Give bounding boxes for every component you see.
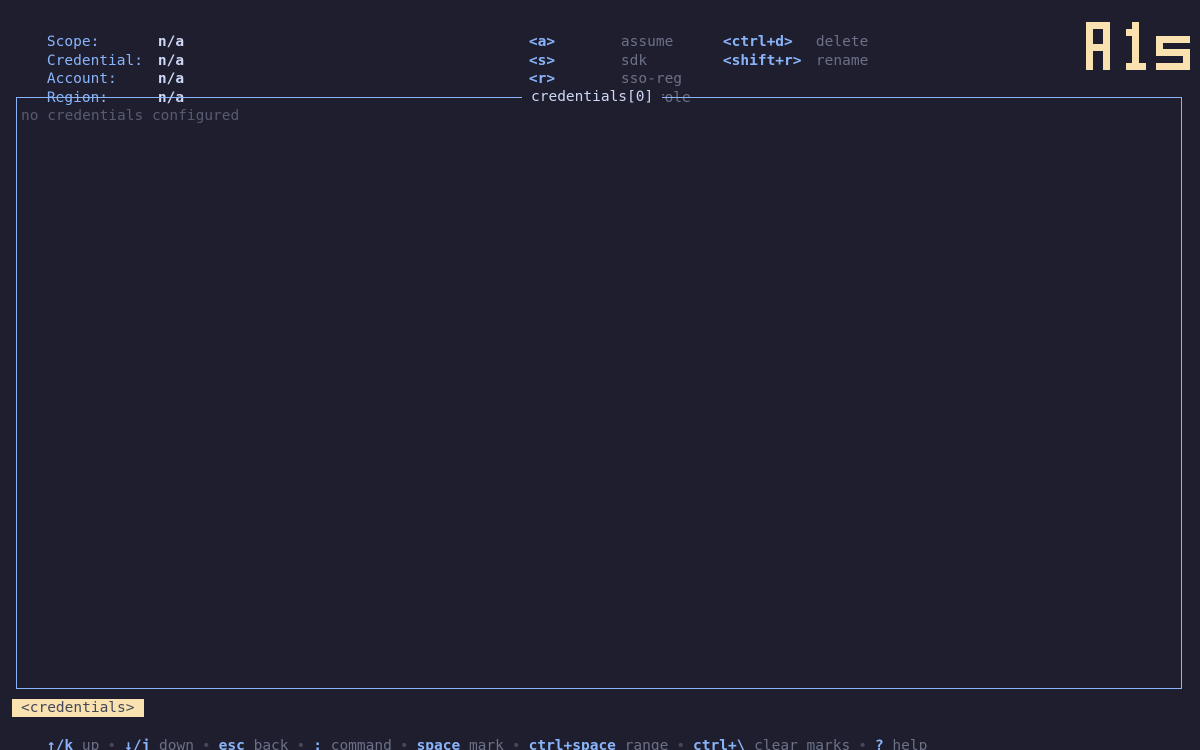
- footer-separator: •: [858, 738, 867, 750]
- hint-sso-reg-desc-wrap: sso-reg: [586, 51, 682, 87]
- hint-assume[interactable]: <a>: [494, 14, 555, 50]
- footer-desc-down: down: [159, 738, 194, 750]
- panel-count-close: ]: [644, 89, 654, 105]
- footer-desc-range: range: [624, 738, 669, 750]
- info-credential: Credential: n/a: [12, 33, 184, 69]
- panel-title: credentials[0]: [522, 88, 663, 107]
- panel-count: 0: [635, 89, 645, 105]
- info-scope: Scope: n/a: [12, 14, 184, 50]
- hint-sso-reg[interactable]: <r>: [494, 51, 555, 87]
- footer-desc-clear-marks: clear marks: [754, 738, 851, 750]
- hint-sdk[interactable]: <s>: [494, 33, 555, 69]
- hint-delete[interactable]: <ctrl+d>: [688, 14, 793, 50]
- footer-desc-command: command: [330, 738, 392, 750]
- footer-separator: •: [511, 738, 521, 750]
- footer-key-range: ctrl+space: [528, 738, 616, 750]
- info-account: Account: n/a: [12, 51, 184, 87]
- footer-desc-help: help: [892, 738, 928, 750]
- info-region: Region: n/a: [12, 70, 184, 106]
- app-logo: [1086, 22, 1190, 74]
- terminal-screen: Scope: n/a Credential: n/a Account: n/a Reg…: [0, 0, 1200, 750]
- footer-separator: •: [107, 738, 117, 750]
- empty-message: no credentials configured: [21, 108, 240, 124]
- footer-separator: •: [201, 738, 211, 750]
- hint-rename-desc-wrap: rename: [781, 33, 868, 69]
- footer-key-clear-marks: ctrl+\: [693, 738, 746, 750]
- logo-icon: [1086, 22, 1190, 70]
- footer-separator: •: [676, 738, 686, 750]
- hint-rename-desc: rename: [815, 53, 869, 69]
- footer-desc-up: up: [81, 738, 100, 750]
- footer-key-mark: space: [416, 738, 461, 750]
- footer-help-bar: ↑/k up • ↓/j down • esc back •: command • space…: [12, 718, 927, 750]
- footer-key-command: :: [313, 738, 322, 750]
- panel-count-open: [: [627, 89, 636, 105]
- footer-separator: •: [399, 738, 409, 750]
- hint-sso-role[interactable]: <o>: [494, 70, 555, 106]
- hint-sdk-desc-wrap: sdk: [586, 33, 647, 69]
- footer-key-down: ↓/j: [124, 738, 151, 750]
- footer-desc-mark: mark: [468, 738, 504, 750]
- hint-sso-role-desc-wrap: sso-role: [586, 70, 691, 106]
- footer-key-help: ?: [874, 738, 884, 750]
- hint-delete-desc-wrap: delete: [781, 14, 868, 50]
- credentials-panel[interactable]: [16, 97, 1182, 689]
- footer-separator: •: [296, 738, 306, 750]
- footer-key-back: esc: [218, 738, 245, 750]
- footer-key-up: ↑/k: [46, 738, 74, 750]
- hint-assume-desc-wrap: assume: [586, 14, 673, 50]
- panel-title-text: credentials: [531, 89, 628, 105]
- footer-desc-back: back: [253, 738, 289, 750]
- breadcrumb: <credentials>: [12, 699, 144, 717]
